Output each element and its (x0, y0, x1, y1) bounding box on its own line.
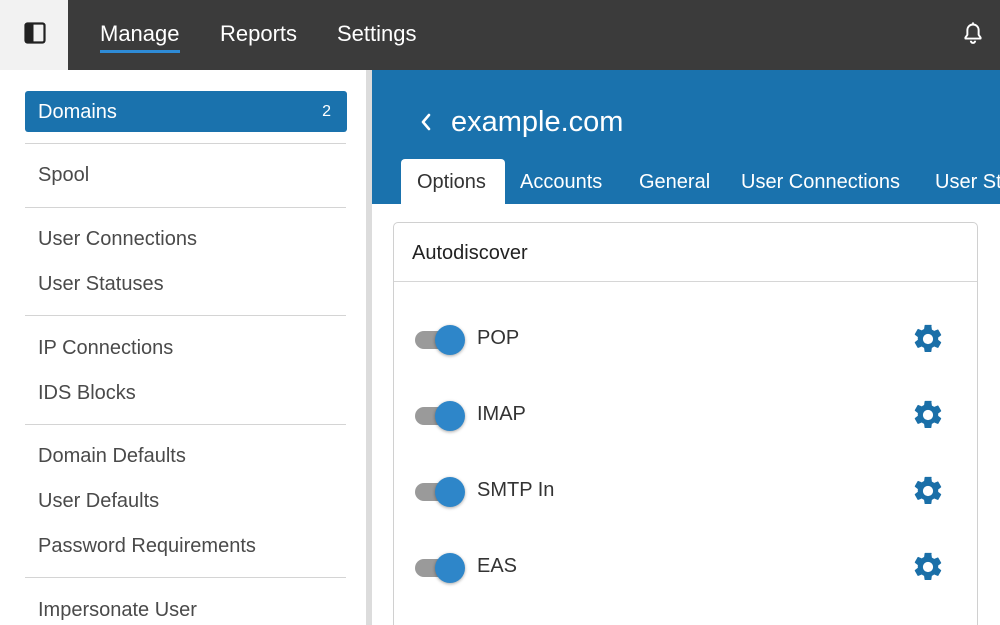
sidebar-item-domains[interactable]: Domains 2 (25, 91, 347, 132)
top-nav-bar: Manage Reports Settings (0, 0, 1000, 70)
sidebar-divider (25, 577, 346, 578)
autodiscover-card: Autodiscover POP IMAP SMTP In EAS (393, 222, 978, 625)
sidebar-item-ids-blocks[interactable]: IDS Blocks (38, 381, 136, 405)
list-item: IMAP (394, 389, 977, 439)
list-item: POP (394, 313, 977, 363)
gear-icon[interactable] (911, 322, 945, 356)
page-title: example.com (451, 106, 624, 138)
card-divider (394, 281, 977, 282)
chevron-left-icon[interactable] (419, 112, 433, 132)
sidebar-item-impersonate-user[interactable]: Impersonate User (38, 598, 197, 622)
pop-toggle[interactable] (413, 325, 465, 355)
bell-icon[interactable] (960, 21, 986, 47)
row-label: POP (477, 327, 520, 349)
sidebar-item-password-requirements[interactable]: Password Requirements (38, 534, 256, 558)
gear-icon[interactable] (911, 474, 945, 508)
nav-settings[interactable]: Settings (337, 20, 417, 48)
sidebar-item-label: Domains (38, 101, 117, 123)
sidebar: Domains 2 Spool User Connections User St… (0, 70, 371, 625)
tab-accounts[interactable]: Accounts (520, 170, 602, 194)
domain-header: example.com Options Accounts General Use… (372, 70, 1000, 204)
gear-icon[interactable] (911, 550, 945, 584)
sidebar-item-user-connections[interactable]: User Connections (38, 227, 197, 251)
sidebar-divider (25, 315, 346, 316)
sidebar-item-ip-connections[interactable]: IP Connections (38, 336, 173, 360)
eas-toggle[interactable] (413, 553, 465, 583)
tab-user-connections[interactable]: User Connections (741, 170, 900, 194)
sidebar-toggle-icon (24, 22, 46, 44)
sidebar-item-domain-defaults[interactable]: Domain Defaults (38, 444, 186, 468)
nav-manage[interactable]: Manage (100, 20, 180, 53)
sidebar-toggle-button[interactable] (0, 0, 68, 70)
row-label: EAS (477, 555, 518, 577)
imap-toggle[interactable] (413, 401, 465, 431)
tab-user-statuses[interactable]: User St (935, 170, 1000, 194)
card-title: Autodiscover (412, 242, 528, 264)
sidebar-divider (25, 143, 346, 144)
sidebar-item-user-defaults[interactable]: User Defaults (38, 489, 159, 513)
list-item: EAS (394, 541, 977, 591)
sidebar-divider (25, 207, 346, 208)
sidebar-divider (25, 424, 346, 425)
row-label: IMAP (477, 403, 526, 425)
smtp-in-toggle[interactable] (413, 477, 465, 507)
row-label: SMTP In (477, 479, 555, 501)
tab-options[interactable]: Options (401, 159, 505, 204)
sidebar-item-user-statuses[interactable]: User Statuses (38, 272, 164, 296)
list-item: SMTP In (394, 465, 977, 515)
sidebar-item-spool[interactable]: Spool (38, 163, 89, 187)
tab-label: Options (417, 171, 486, 193)
nav-reports[interactable]: Reports (220, 20, 297, 48)
domains-count-badge: 2 (322, 103, 331, 120)
tab-general[interactable]: General (639, 170, 710, 194)
gear-icon[interactable] (911, 398, 945, 432)
